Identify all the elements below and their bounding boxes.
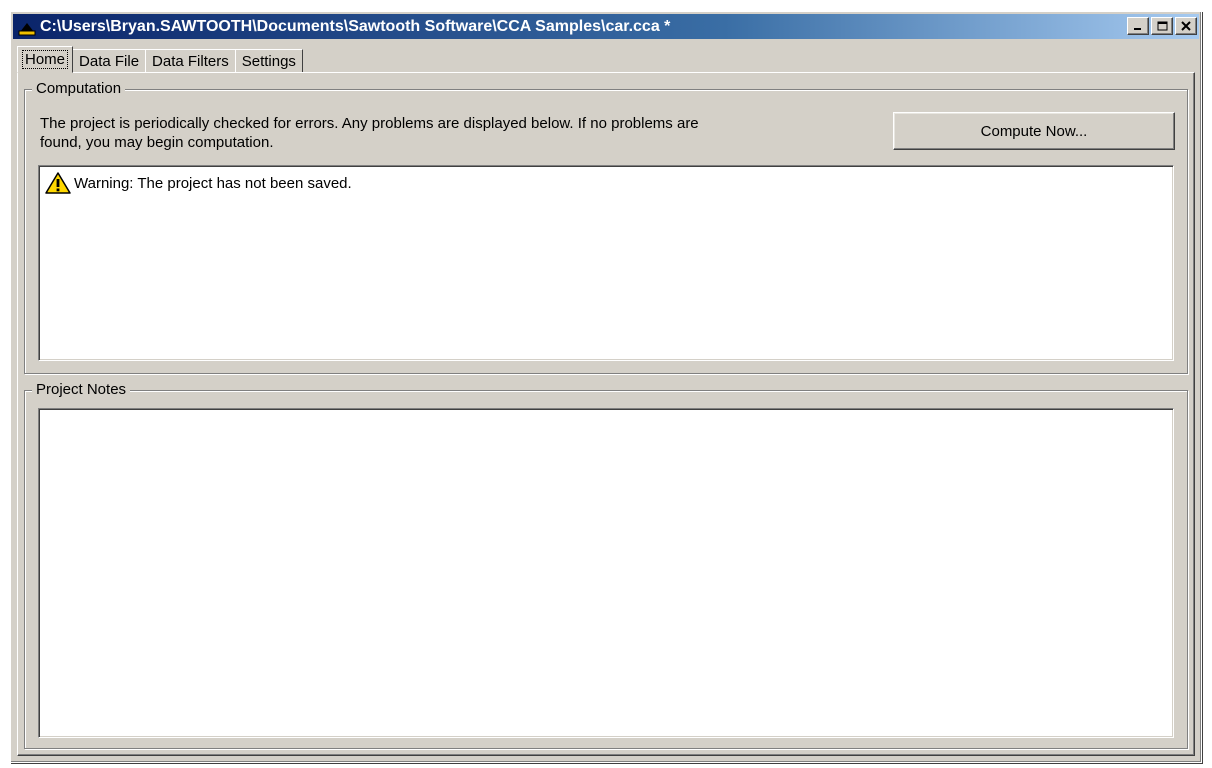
home-tab-page: Computation The project is periodically … bbox=[17, 72, 1195, 756]
computation-group-label: Computation bbox=[32, 80, 126, 98]
title-bar[interactable]: C:\Users\Bryan.SAWTOOTH\Documents\Sawtoo… bbox=[13, 14, 1199, 39]
tab-data-filters[interactable]: Data Filters bbox=[145, 49, 236, 73]
compute-now-button[interactable]: Compute Now... bbox=[893, 112, 1175, 150]
tab-home-label: Home bbox=[21, 50, 69, 69]
computation-info-line-1: The project is periodically checked for … bbox=[40, 115, 699, 132]
close-icon[interactable] bbox=[1175, 17, 1197, 35]
warning-message-text: Warning: The project has not been saved. bbox=[74, 174, 352, 192]
maximize-icon[interactable] bbox=[1151, 17, 1173, 35]
computation-group: Computation The project is periodically … bbox=[24, 80, 1188, 374]
list-item[interactable]: Warning: The project has not been saved. bbox=[45, 172, 352, 194]
tab-data-file-label: Data File bbox=[79, 52, 140, 70]
app-window: C:\Users\Bryan.SAWTOOTH\Documents\Sawtoo… bbox=[10, 11, 1202, 763]
computation-info-line-2: found, you may begin computation. bbox=[40, 134, 274, 151]
problems-list[interactable]: Warning: The project has not been saved. bbox=[38, 165, 1174, 361]
tab-data-file[interactable]: Data File bbox=[72, 49, 147, 73]
tab-home[interactable]: Home bbox=[17, 46, 74, 73]
project-notes-group-label: Project Notes bbox=[32, 381, 131, 399]
computation-info-text: The project is periodically checked for … bbox=[40, 114, 860, 152]
window-title: C:\Users\Bryan.SAWTOOTH\Documents\Sawtoo… bbox=[40, 17, 671, 35]
window-controls bbox=[1127, 17, 1197, 35]
warning-icon bbox=[45, 172, 71, 194]
tab-strip: Home Data File Data Filters Settings bbox=[17, 45, 303, 73]
tab-data-filters-label: Data Filters bbox=[152, 52, 229, 70]
project-notes-group: Project Notes bbox=[24, 381, 1188, 749]
project-notes-textarea[interactable] bbox=[38, 408, 1174, 738]
tab-settings[interactable]: Settings bbox=[234, 49, 303, 73]
tab-settings-label: Settings bbox=[241, 52, 296, 70]
sawtooth-app-icon bbox=[17, 17, 37, 37]
minimize-icon[interactable] bbox=[1127, 17, 1149, 35]
